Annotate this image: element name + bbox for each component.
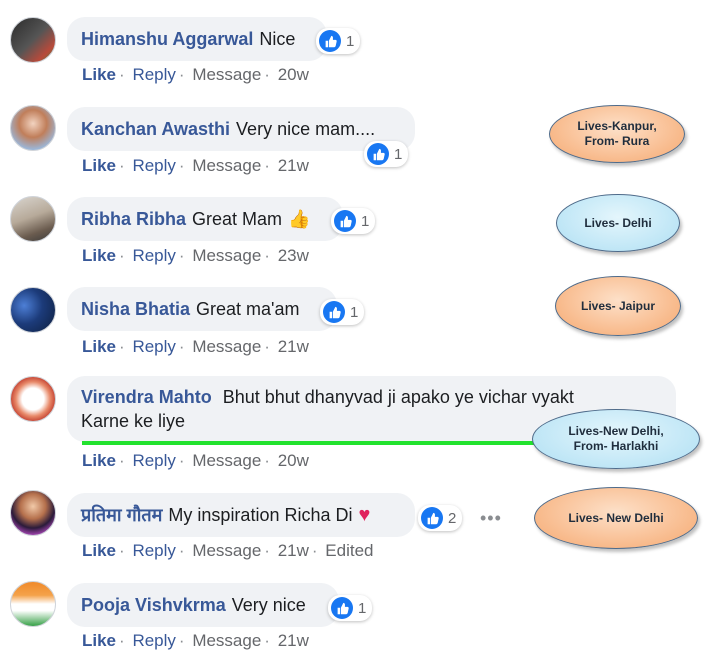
reply-link[interactable]: Reply <box>132 246 175 265</box>
commenter-name[interactable]: Kanchan Awasthi <box>81 119 230 140</box>
avatar[interactable] <box>10 196 56 242</box>
comment-text-line-2: Karne ke liye <box>81 411 186 431</box>
avatar[interactable] <box>10 287 56 333</box>
reply-link[interactable]: Reply <box>132 451 175 470</box>
commenter-name[interactable]: Ribha Ribha <box>81 209 186 230</box>
like-link[interactable]: Like <box>82 156 116 175</box>
message-link[interactable]: Message <box>192 451 261 470</box>
reaction-number: 2 <box>448 509 457 527</box>
commenter-name[interactable]: Pooja Vishvkrma <box>81 595 226 616</box>
reply-link[interactable]: Reply <box>132 156 175 175</box>
comment-text: My inspiration Richa Di <box>168 504 353 525</box>
message-link[interactable]: Message <box>192 631 261 650</box>
comment-bubble: Ribha Ribha Great Mam 👍 <box>67 197 343 241</box>
highlight-underline <box>82 441 534 445</box>
location-annotation: Lives- Jaipur <box>555 276 681 336</box>
avatar[interactable] <box>10 17 56 63</box>
thumbs-up-icon <box>323 301 345 323</box>
reply-link[interactable]: Reply <box>132 631 175 650</box>
comment-bubble: Nisha Bhatia Great ma'am <box>67 287 337 331</box>
like-link[interactable]: Like <box>82 337 116 356</box>
reaction-count[interactable]: 1 <box>316 28 361 54</box>
like-link[interactable]: Like <box>82 451 116 470</box>
avatar[interactable] <box>10 490 56 536</box>
heart-emoji: ♥ <box>358 503 371 526</box>
commenter-name[interactable]: Virendra Mahto <box>81 387 212 407</box>
message-link[interactable]: Message <box>192 246 261 265</box>
thumbs-up-emoji: 👍 <box>288 208 311 229</box>
timestamp[interactable]: 21w <box>278 337 309 356</box>
reply-link[interactable]: Reply <box>132 337 175 356</box>
annotation-line: Lives- New Delhi <box>568 510 664 525</box>
comment-actions: Like · Reply · Message · 21w <box>82 156 309 175</box>
message-link[interactable]: Message <box>192 65 261 84</box>
commenter-name[interactable]: Himanshu Aggarwal <box>81 29 253 50</box>
timestamp[interactable]: 23w <box>278 246 309 265</box>
reaction-number: 1 <box>358 599 367 617</box>
like-link[interactable]: Like <box>82 541 116 560</box>
comment-text: Bhut bhut dhanyvad ji apako ye vichar vy… <box>222 387 574 407</box>
message-link[interactable]: Message <box>192 337 261 356</box>
comment-bubble: Himanshu Aggarwal Nice <box>67 17 327 61</box>
reaction-count[interactable]: 1 <box>328 595 373 621</box>
comment-bubble: प्रतिमा गौतम My inspiration Richa Di ♥ <box>67 493 415 537</box>
location-annotation: Lives- New Delhi <box>534 487 698 549</box>
reply-link[interactable]: Reply <box>132 65 175 84</box>
location-annotation: Lives-Kanpur, From- Rura <box>549 105 685 163</box>
timestamp[interactable]: 21w <box>278 156 309 175</box>
location-annotation: Lives- Delhi <box>556 194 680 252</box>
comment-bubble: Pooja Vishvkrma Very nice <box>67 583 339 627</box>
reply-link[interactable]: Reply <box>132 541 175 560</box>
edited-label[interactable]: Edited <box>325 541 373 560</box>
message-link[interactable]: Message <box>192 541 261 560</box>
comment-text: Very nice mam.... <box>236 118 376 139</box>
annotation-line: From- Rura <box>584 134 650 148</box>
timestamp[interactable]: 21w <box>278 631 309 650</box>
thumbs-up-icon <box>334 210 356 232</box>
avatar[interactable] <box>10 581 56 627</box>
thumbs-up-icon <box>319 30 341 52</box>
comment-actions: Like · Reply · Message · 21w <box>82 337 309 356</box>
reaction-number: 1 <box>361 212 370 230</box>
message-link[interactable]: Message <box>192 156 261 175</box>
location-annotation: Lives-New Delhi, From- Harlakhi <box>532 409 700 469</box>
like-link[interactable]: Like <box>82 246 116 265</box>
comment-actions: Like · Reply · Message · 21w <box>82 631 309 650</box>
avatar[interactable] <box>10 105 56 151</box>
annotation-line: Lives-Kanpur, <box>577 119 657 133</box>
comment-text: Nice <box>259 28 296 49</box>
timestamp[interactable]: 21w <box>278 541 309 560</box>
thumbs-up-icon <box>421 507 443 529</box>
comment-bubble: Kanchan Awasthi Very nice mam.... <box>67 107 415 151</box>
commenter-name[interactable]: Nisha Bhatia <box>81 299 190 320</box>
reaction-count[interactable]: 1 <box>364 141 409 167</box>
comment-actions: Like · Reply · Message · 23w <box>82 246 309 265</box>
comment-text: Great Mam <box>192 208 283 229</box>
reaction-number: 1 <box>346 32 355 50</box>
timestamp[interactable]: 20w <box>278 451 309 470</box>
avatar[interactable] <box>10 376 56 422</box>
thumbs-up-icon <box>367 143 389 165</box>
like-link[interactable]: Like <box>82 65 116 84</box>
reaction-count[interactable]: 1 <box>331 208 376 234</box>
comment-text: Very nice <box>231 594 306 615</box>
commenter-name[interactable]: प्रतिमा गौतम <box>81 503 162 527</box>
comment-actions: Like · Reply · Message · 20w <box>82 451 309 470</box>
reaction-number: 1 <box>350 303 359 321</box>
annotation-line: Lives-New Delhi, <box>568 424 664 438</box>
comment-actions: Like · Reply · Message · 21w · Edited <box>82 541 374 560</box>
timestamp[interactable]: 20w <box>278 65 309 84</box>
more-options-icon[interactable]: ••• <box>480 508 502 529</box>
comment-text: Great ma'am <box>196 298 300 319</box>
comment-text-line: Virendra Mahto Bhut bhut dhanyvad ji apa… <box>81 385 574 409</box>
like-link[interactable]: Like <box>82 631 116 650</box>
annotation-line: From- Harlakhi <box>573 439 659 453</box>
reaction-count[interactable]: 2 <box>418 505 463 531</box>
annotation-line: Lives- Delhi <box>584 215 652 230</box>
comment-actions: Like · Reply · Message · 20w <box>82 65 309 84</box>
annotation-line: Lives- Jaipur <box>580 298 656 313</box>
reaction-count[interactable]: 1 <box>320 299 365 325</box>
reaction-number: 1 <box>394 145 403 163</box>
thumbs-up-icon <box>331 597 353 619</box>
